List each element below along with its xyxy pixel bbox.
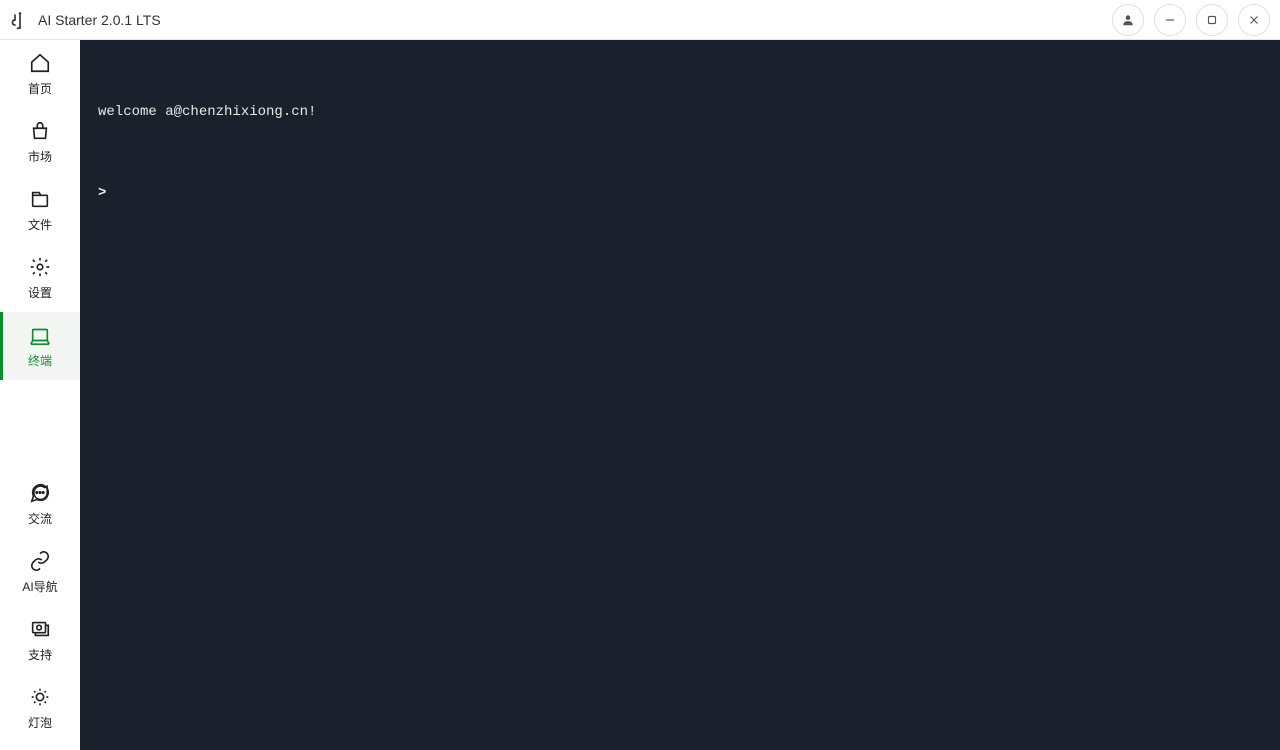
sidebar-item-label: AI导航: [22, 578, 57, 595]
sidebar-item-label: 市场: [28, 148, 52, 165]
sidebar-item-settings[interactable]: 设置: [0, 244, 80, 312]
user-button[interactable]: [1112, 4, 1144, 36]
user-icon: [1121, 13, 1135, 27]
app-logo-icon: [10, 10, 30, 30]
chat-icon: [29, 482, 51, 504]
sidebar-item-market[interactable]: 市场: [0, 108, 80, 176]
terminal-prompt-symbol: >: [98, 182, 106, 204]
sidebar-item-home[interactable]: 首页: [0, 40, 80, 108]
sidebar-item-label: 设置: [28, 284, 52, 301]
bulb-icon: [29, 686, 51, 708]
home-icon: [29, 52, 51, 74]
sidebar-item-bulb[interactable]: 灯泡: [0, 674, 80, 742]
settings-icon: [29, 256, 51, 278]
sidebar-item-files[interactable]: 文件: [0, 176, 80, 244]
support-icon: [29, 618, 51, 640]
sidebar-item-chat[interactable]: 交流: [0, 470, 80, 538]
sidebar-item-ai-nav[interactable]: AI导航: [0, 538, 80, 606]
terminal-icon: [29, 324, 51, 346]
terminal-prompt-line: >: [98, 182, 1262, 204]
close-button[interactable]: [1238, 4, 1270, 36]
sidebar-item-label: 灯泡: [28, 714, 52, 731]
terminal-input[interactable]: [116, 185, 1262, 201]
app-title: AI Starter 2.0.1 LTS: [38, 12, 161, 28]
market-icon: [29, 120, 51, 142]
terminal-welcome-line: welcome a@chenzhixiong.cn!: [98, 101, 1262, 123]
files-icon: [29, 188, 51, 210]
link-icon: [29, 550, 51, 572]
terminal-viewport[interactable]: welcome a@chenzhixiong.cn! >: [80, 40, 1280, 750]
maximize-button[interactable]: [1196, 4, 1228, 36]
sidebar-item-label: 首页: [28, 80, 52, 97]
sidebar-item-support[interactable]: 支持: [0, 606, 80, 674]
sidebar: 首页 市场 文件 设置 终端 交流: [0, 40, 80, 750]
maximize-icon: [1205, 13, 1219, 27]
sidebar-item-label: 终端: [28, 352, 52, 369]
sidebar-item-terminal[interactable]: 终端: [0, 312, 80, 380]
minimize-icon: [1163, 13, 1177, 27]
sidebar-item-label: 支持: [28, 646, 52, 663]
sidebar-item-label: 文件: [28, 216, 52, 233]
close-icon: [1247, 13, 1261, 27]
titlebar: AI Starter 2.0.1 LTS: [0, 0, 1280, 40]
minimize-button[interactable]: [1154, 4, 1186, 36]
sidebar-item-label: 交流: [28, 510, 52, 527]
